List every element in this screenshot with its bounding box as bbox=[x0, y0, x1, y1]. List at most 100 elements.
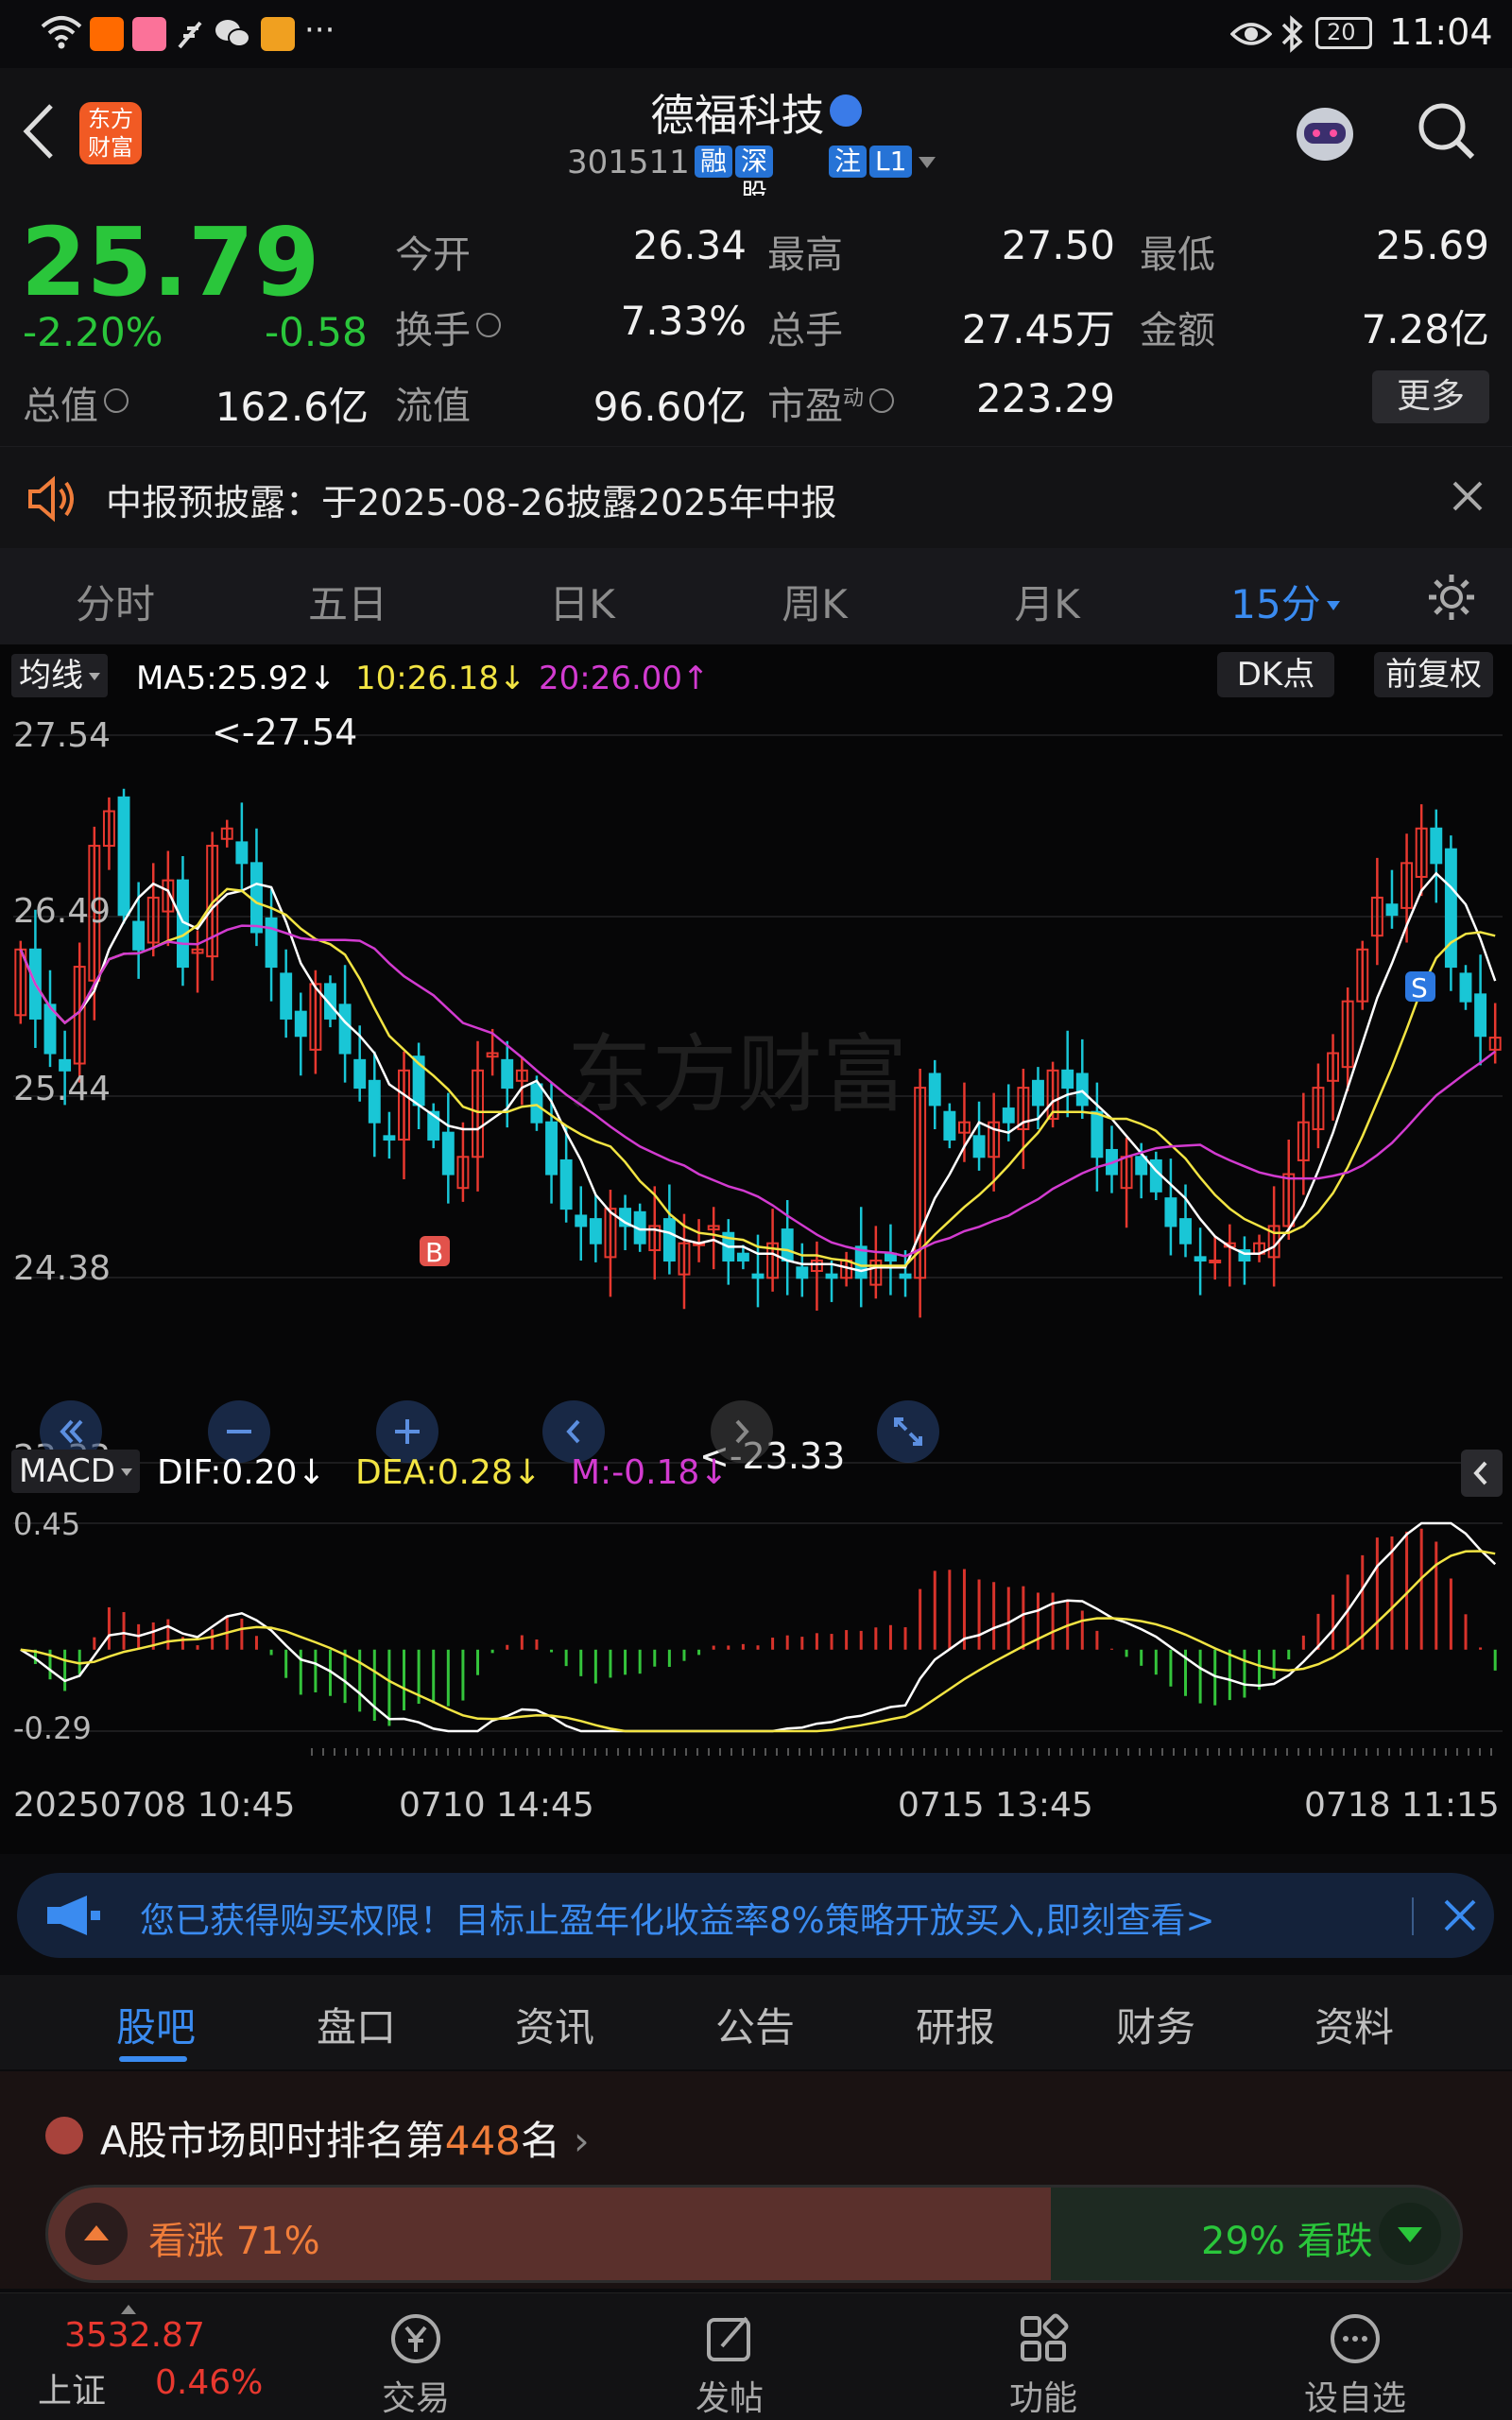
candle-body bbox=[117, 796, 130, 917]
pe-value: 223.29 bbox=[976, 375, 1115, 421]
x-label-1: 20250708 10:45 bbox=[13, 1786, 296, 1825]
trade-icon bbox=[387, 2310, 444, 2367]
tab-15min[interactable]: 15分 bbox=[1219, 573, 1351, 630]
volume-label: 总手 bbox=[767, 309, 843, 352]
tab-month-k[interactable]: 月K bbox=[981, 573, 1113, 630]
settings-gear-icon[interactable] bbox=[1425, 571, 1478, 627]
tab-week-k[interactable]: 周K bbox=[748, 573, 881, 630]
nav-trade[interactable]: 交易 bbox=[340, 2310, 491, 2420]
macd-select[interactable]: MACD bbox=[11, 1450, 140, 1493]
tab-financials[interactable]: 财务 bbox=[1085, 1996, 1227, 2053]
candle-body bbox=[1385, 903, 1399, 917]
bull-label: 看涨 71% bbox=[148, 2220, 320, 2263]
candle-body bbox=[1474, 993, 1487, 1038]
candle-body bbox=[441, 1131, 455, 1176]
candle-body bbox=[1002, 1107, 1015, 1124]
candle-body bbox=[1430, 827, 1443, 865]
candle-body bbox=[353, 1058, 367, 1090]
margin-badge: 融 bbox=[695, 146, 733, 178]
candle-body bbox=[368, 1079, 381, 1124]
candle-body bbox=[796, 1266, 809, 1279]
promo-banner[interactable]: 您已获得购买权限！目标止盈年化收益率8%策略开放买入,即刻查看> bbox=[17, 1873, 1494, 1958]
app-icon bbox=[261, 17, 295, 51]
stock-title[interactable]: 德福科技 bbox=[0, 81, 1512, 144]
open-value: 26.34 bbox=[632, 222, 747, 268]
sell-marker: S bbox=[1405, 971, 1435, 1004]
tab-orderbook[interactable]: 盘口 bbox=[285, 1996, 427, 2053]
fullscreen-button[interactable] bbox=[877, 1400, 939, 1463]
candle-body bbox=[662, 1218, 676, 1262]
y-tick-3: 25.44 bbox=[13, 1070, 111, 1108]
buy-marker: B bbox=[420, 1236, 450, 1268]
candle-body bbox=[250, 862, 263, 934]
forward-adjust-button[interactable]: 前复权 bbox=[1374, 652, 1493, 697]
volume-value: 27.45万 bbox=[961, 306, 1115, 352]
candle-body bbox=[1091, 1110, 1104, 1159]
kline-chart-area[interactable]: 均线 MA5:25.92↓ 10:26.18↓ 20:26.00↑ DK点 前复… bbox=[0, 644, 1512, 1854]
x-axis-ticks bbox=[311, 1748, 1492, 1756]
battery-level: 20 bbox=[1327, 19, 1356, 45]
chevron-right-icon: › bbox=[573, 2118, 590, 2164]
nav-functions[interactable]: 功能 bbox=[968, 2310, 1119, 2420]
open-label: 今开 bbox=[395, 233, 471, 277]
tab-five-day[interactable]: 五日 bbox=[282, 573, 414, 630]
macd-dif: DIF:0.20↓ bbox=[157, 1453, 326, 1492]
candle-body bbox=[899, 1273, 912, 1279]
chevron-down-icon bbox=[1326, 601, 1340, 610]
candle-body bbox=[1032, 1079, 1044, 1107]
nav-post[interactable]: 发帖 bbox=[654, 2310, 805, 2420]
x-label-3: 0715 13:45 bbox=[898, 1786, 1093, 1825]
dk-point-button[interactable]: DK点 bbox=[1217, 652, 1334, 697]
rank-line[interactable]: A股市场即时排名第448名 › bbox=[100, 2109, 590, 2167]
tab-minute[interactable]: 分时 bbox=[49, 573, 181, 630]
sell-marker-text: S bbox=[1411, 972, 1428, 1004]
wechat-icon bbox=[214, 17, 251, 55]
info-icon[interactable] bbox=[476, 313, 501, 337]
total-value: 162.6亿 bbox=[215, 384, 369, 430]
high-value: 27.50 bbox=[1001, 222, 1115, 268]
more-button[interactable]: 更多 bbox=[1372, 370, 1489, 423]
rank-number: 448 bbox=[444, 2118, 521, 2164]
wifi-icon bbox=[40, 13, 83, 55]
search-icon[interactable] bbox=[1414, 98, 1480, 168]
candle-body bbox=[132, 920, 146, 951]
megaphone-icon bbox=[43, 1894, 104, 1941]
close-icon[interactable] bbox=[1442, 1897, 1478, 1937]
collapse-panel-button[interactable] bbox=[1461, 1450, 1503, 1497]
macd-y-top: 0.45 bbox=[13, 1506, 80, 1542]
info-icon[interactable] bbox=[104, 388, 129, 413]
register-badge: 注 bbox=[829, 146, 868, 178]
tab-profile[interactable]: 资料 bbox=[1283, 1996, 1425, 2053]
nav-add-watchlist[interactable]: 设自选 bbox=[1280, 2310, 1431, 2420]
close-icon[interactable] bbox=[1451, 479, 1485, 517]
pe-label: 市盈动 bbox=[767, 375, 895, 430]
bull-button[interactable] bbox=[65, 2203, 128, 2265]
chevron-down-icon bbox=[89, 673, 100, 680]
info-icon[interactable] bbox=[869, 388, 895, 413]
ma-select[interactable]: 均线 bbox=[11, 654, 108, 697]
notice-text: 中报预披露：于2025-08-26披露2025年中报 bbox=[106, 482, 837, 523]
tab-announcements[interactable]: 公告 bbox=[684, 1996, 826, 2053]
tab-forum[interactable]: 股吧 bbox=[85, 1996, 227, 2053]
float-value-label: 流值 bbox=[395, 385, 471, 428]
bear-button[interactable] bbox=[1379, 2203, 1441, 2265]
candle-body bbox=[545, 1121, 558, 1176]
stock-name: 德福科技 bbox=[650, 90, 825, 141]
grid-icon bbox=[1015, 2310, 1072, 2367]
macd-grid bbox=[13, 1522, 1503, 1732]
candle-body bbox=[559, 1159, 573, 1210]
more-circle-icon bbox=[1327, 2310, 1383, 2367]
notice-bar[interactable]: 中报预披露：于2025-08-26披露2025年中报 bbox=[0, 446, 1512, 549]
robot-assistant-icon[interactable] bbox=[1287, 98, 1363, 166]
tab-day-k[interactable]: 日K bbox=[516, 573, 648, 630]
chevron-down-icon[interactable] bbox=[919, 157, 936, 168]
rank-icon bbox=[45, 2117, 83, 2154]
content-tabs: 股吧 盘口 资讯 公告 研报 财务 资料 bbox=[0, 1975, 1512, 2069]
candle-body bbox=[530, 1083, 543, 1124]
tab-research[interactable]: 研报 bbox=[885, 1996, 1026, 2053]
tab-news[interactable]: 资讯 bbox=[484, 1996, 626, 2053]
total-value-label: 总值 bbox=[23, 375, 129, 430]
index-widget[interactable]: 3532.87 上证 0.46% bbox=[0, 2293, 284, 2420]
candle-body bbox=[1444, 848, 1457, 969]
candle-body bbox=[1075, 1073, 1089, 1107]
